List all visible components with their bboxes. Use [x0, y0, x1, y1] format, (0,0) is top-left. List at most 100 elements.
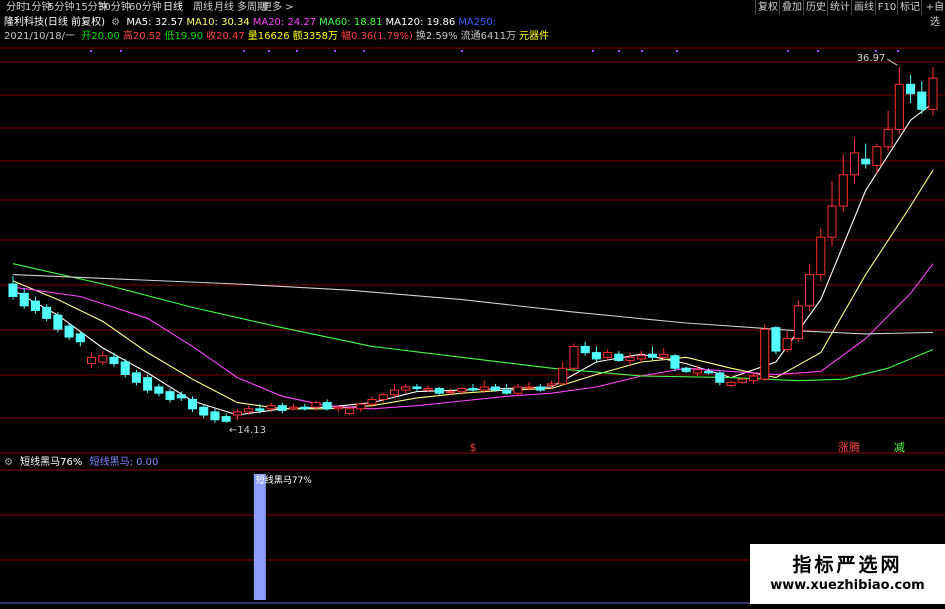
candle-body	[199, 406, 209, 416]
candle-body	[490, 386, 500, 391]
top-marker-dot	[296, 50, 298, 52]
candle-body	[266, 405, 276, 410]
top-marker-dot	[90, 50, 92, 52]
candle-body	[389, 389, 400, 396]
candle-body	[109, 356, 119, 365]
candle-body	[345, 408, 355, 414]
candle-body	[906, 83, 916, 95]
top-marker-dot	[817, 50, 819, 52]
candle-body	[98, 355, 108, 363]
candle-body	[591, 352, 601, 360]
high-label: 36.97	[857, 53, 886, 64]
candle-body	[546, 383, 557, 386]
candle-body	[468, 388, 478, 391]
watermark-title: 指标严选网	[792, 554, 903, 576]
candle-body	[535, 386, 545, 391]
candle-body	[636, 355, 646, 360]
candle-body	[872, 146, 882, 166]
candle-body	[288, 406, 299, 410]
candle-body	[838, 174, 848, 207]
candle-body	[210, 411, 220, 421]
candle-body	[311, 402, 321, 408]
candle-body	[513, 386, 523, 394]
candle-body	[457, 388, 467, 393]
candle-body	[849, 152, 860, 176]
signal-marker: $	[470, 441, 477, 454]
candle-body	[30, 300, 40, 312]
candle-body	[120, 361, 130, 375]
candle-body	[165, 391, 175, 400]
candle-body	[748, 375, 759, 382]
candle-body	[569, 345, 579, 369]
low-label: ←14.13	[229, 425, 266, 436]
candle-body	[143, 377, 153, 391]
signal-marker: 腾	[849, 440, 860, 454]
candle-body	[894, 83, 904, 131]
watermark: 指标严选网 www.xuezhibiao.com	[750, 544, 945, 604]
candle-body	[479, 386, 489, 391]
ma-line-ma5	[12, 102, 934, 416]
candle-body	[232, 411, 242, 416]
grid-lines	[0, 47, 945, 561]
candle-body	[356, 403, 366, 410]
candle-body	[300, 406, 310, 410]
candle-body	[244, 408, 254, 413]
candle-body	[255, 408, 265, 411]
signal-marker: 减	[894, 441, 905, 454]
candle-body	[367, 398, 377, 405]
candle-body	[131, 372, 141, 383]
top-marker-dot	[787, 50, 789, 52]
candle-body	[827, 205, 837, 238]
candle-body	[805, 274, 815, 307]
candle-body	[883, 129, 893, 148]
candle-body	[760, 328, 770, 380]
candle-body	[434, 388, 444, 394]
candle-body	[737, 378, 747, 383]
top-marker-dot	[618, 50, 620, 52]
candle-body	[86, 356, 97, 365]
top-marker-dot	[461, 50, 463, 52]
candle-body	[187, 398, 198, 410]
candle-body	[502, 389, 512, 394]
candle-body	[64, 325, 74, 338]
candle-body	[524, 386, 534, 389]
candle-body	[603, 352, 613, 358]
candle-body	[19, 292, 29, 307]
candle-body	[793, 305, 803, 340]
top-marker-dot	[243, 50, 245, 52]
candle-body	[8, 283, 18, 297]
candle-body	[782, 338, 792, 351]
candle-body	[917, 91, 927, 110]
candle-body	[53, 314, 63, 330]
candle-body	[446, 391, 456, 394]
top-marker-dot	[897, 50, 899, 52]
top-marker-dot	[268, 50, 270, 52]
candle-body	[928, 77, 938, 110]
candle-body	[715, 372, 725, 383]
candle-body	[681, 367, 691, 372]
top-marker-dot	[641, 50, 643, 52]
top-marker-dot	[676, 50, 678, 52]
candle-body	[614, 353, 624, 361]
candle-body	[378, 394, 388, 400]
top-marker-dot	[334, 50, 336, 52]
watermark-url: www.xuezhibiao.com	[770, 578, 925, 593]
indicator-title: 短线黑马76%	[20, 457, 83, 468]
candle-body	[704, 370, 714, 374]
candle-body	[861, 158, 871, 165]
candle-body	[277, 405, 287, 411]
candle-body	[659, 353, 669, 358]
candle-body	[176, 394, 186, 399]
candle-body	[423, 388, 433, 391]
candle-body	[401, 386, 411, 391]
top-marker-dot	[363, 50, 365, 52]
indicator-bar-label: 短线黑马77%	[256, 474, 312, 486]
indicator-settings-icon[interactable]: ⚙	[4, 457, 13, 468]
candle-body	[726, 381, 736, 386]
signal-marker: 涨	[838, 441, 849, 454]
candle-body	[625, 356, 635, 361]
top-marker-dot	[592, 50, 594, 52]
indicator-series-label: 短线黑马: 0.00	[89, 457, 159, 468]
kline-chart[interactable]: 36.97 ←14.13 $ 涨腾 减短线黑马77%	[0, 0, 945, 609]
candle-body	[322, 402, 332, 410]
